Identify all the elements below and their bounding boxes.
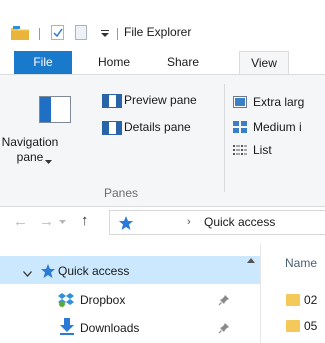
star-icon [40, 263, 56, 282]
list-view-icon[interactable] [233, 144, 247, 156]
tab-view[interactable]: View [239, 51, 289, 75]
details-pane-icon[interactable] [102, 121, 122, 135]
column-header-name[interactable]: Name [285, 256, 317, 270]
chevron-down-icon[interactable] [45, 154, 52, 164]
panes-group-label: Panes [104, 186, 139, 200]
scroll-up-icon[interactable] [247, 252, 255, 263]
navigation-pane-icon[interactable] [39, 96, 71, 123]
folder-icon [286, 320, 300, 332]
nav-item-quick-access[interactable] [0, 256, 260, 284]
file-row[interactable]: 02 [304, 293, 317, 307]
tab-file[interactable]: File [14, 51, 72, 74]
nav-item-downloads[interactable]: Downloads [80, 321, 139, 335]
tab-share[interactable]: Share [158, 51, 208, 74]
up-arrow-icon[interactable]: ↑ [81, 212, 89, 229]
extra-large-icons-button[interactable]: Extra larg [253, 95, 304, 109]
expand-chevron-icon[interactable] [23, 266, 32, 277]
properties-icon[interactable] [51, 25, 64, 40]
breadcrumb-location[interactable]: Quick access [204, 215, 275, 229]
preview-pane-button[interactable]: Preview pane [124, 93, 197, 107]
folder-icon[interactable] [11, 26, 29, 40]
title-separator [117, 28, 118, 40]
customize-quick-access-icon[interactable] [100, 25, 110, 40]
ribbon-divider [224, 84, 225, 192]
forward-arrow-icon[interactable]: → [39, 213, 54, 230]
medium-icons-button[interactable]: Medium i [253, 120, 302, 134]
navigation-pane-label: Navigation [1, 135, 59, 149]
recent-locations-icon[interactable] [59, 214, 66, 224]
quick-access-star-icon [118, 215, 134, 234]
medium-icons-icon[interactable] [233, 121, 247, 133]
extra-large-icons-icon[interactable] [233, 96, 247, 108]
pin-icon[interactable] [218, 294, 230, 309]
window-title: File Explorer [124, 25, 192, 39]
new-folder-icon[interactable] [75, 25, 87, 40]
file-row[interactable]: 05 [304, 319, 317, 333]
folder-icon [286, 294, 300, 306]
breadcrumb-chevron-icon[interactable]: › [187, 216, 191, 228]
pane-divider[interactable] [260, 244, 261, 343]
ribbon-tabs: File Home Share View [0, 51, 325, 75]
nav-item-dropbox[interactable]: Dropbox [80, 293, 125, 307]
download-icon [59, 318, 75, 339]
pin-icon[interactable] [218, 322, 230, 337]
dropbox-icon [57, 292, 75, 311]
quick-access-separator [39, 28, 40, 40]
back-arrow-icon[interactable]: ← [13, 213, 28, 230]
nav-item-label: Quick access [58, 264, 130, 278]
list-view-button[interactable]: List [253, 143, 272, 157]
tab-home[interactable]: Home [86, 51, 142, 74]
details-pane-button[interactable]: Details pane [124, 120, 191, 134]
preview-pane-icon[interactable] [102, 94, 122, 108]
